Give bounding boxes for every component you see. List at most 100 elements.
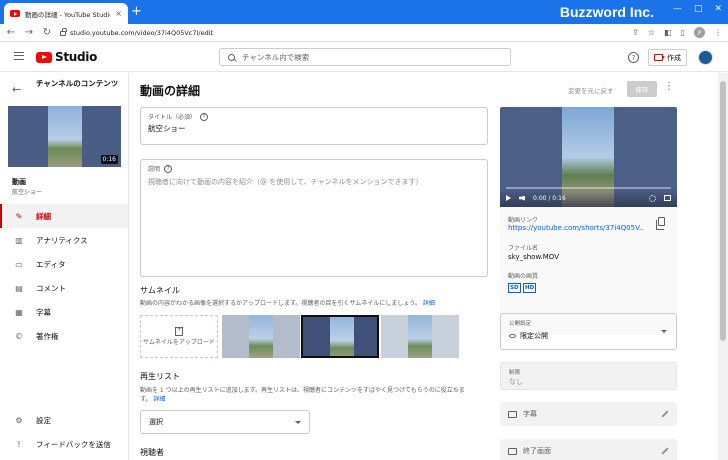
video-player[interactable]: 0:00 / 0:16 [500, 107, 677, 207]
page-title: 動画の詳細 [140, 84, 201, 98]
visibility-select[interactable]: 公開設定 限定公開 [500, 313, 677, 350]
sidebar-item-editor[interactable]: ▭ エディタ [0, 252, 128, 276]
undo-changes-button[interactable]: 変更を元に戻す [568, 85, 614, 95]
tab-close-icon[interactable]: × [115, 9, 122, 18]
reload-icon[interactable]: ↻ [42, 27, 52, 38]
help-circle-icon[interactable]: ? [200, 112, 209, 121]
sidebar-item-details[interactable]: ✎ 詳細 [0, 204, 128, 228]
sidebar-video-name: 航空ショー [12, 189, 43, 196]
sidebar-item-label: 設定 [36, 415, 51, 425]
visibility-label: 公開設定 [509, 321, 532, 327]
account-avatar[interactable] [698, 50, 713, 65]
more-options-icon[interactable]: ⋮ [664, 81, 674, 92]
forward-arrow-icon[interactable]: → [24, 27, 34, 38]
copy-icon[interactable] [656, 217, 665, 230]
help-icon[interactable]: ? [628, 52, 639, 63]
title-label-text: タイトル（必須） [148, 114, 197, 121]
sidebar-item-label: 字幕 [36, 307, 51, 317]
browser-profile-avatar[interactable]: JP [694, 27, 705, 38]
settings-gear-icon[interactable] [649, 194, 656, 202]
sidebar-item-copyright[interactable]: © 著作権 [0, 324, 128, 348]
description-field[interactable]: 説明 ? 視聴者に向けて動画の内容を紹介（@ を使用して、チャンネルをメンション… [140, 159, 488, 277]
title-field-label: タイトル（必須） ? [148, 112, 209, 121]
comments-icon: ▤ [15, 283, 23, 293]
sidebar-item-analytics[interactable]: ▥ アナリティクス [0, 228, 128, 252]
sidebar-item-subtitles[interactable]: ▦ 字幕 [0, 300, 128, 324]
quality-label: 動画の画質 [508, 273, 539, 280]
create-label: 作成 [667, 53, 681, 62]
side-panel-icon[interactable]: ▯ [681, 28, 685, 37]
new-tab-button[interactable]: + [131, 5, 142, 19]
volume-icon[interactable] [519, 195, 525, 201]
dropdown-caret-icon [295, 420, 301, 424]
end-screen-icon [508, 447, 517, 455]
restrictions-field: 制限 なし [500, 362, 677, 390]
edit-pencil-icon[interactable] [661, 410, 669, 418]
subtitles-icon [508, 410, 517, 418]
video-camera-icon [654, 54, 665, 61]
window-controls: — □ ✕ [673, 4, 722, 14]
sidebar-video-label: 動画 [12, 178, 26, 186]
share-icon[interactable]: ⇪ [632, 28, 639, 37]
duration-badge: 0:16 [100, 155, 118, 164]
sidebar-item-label: フィードバックを送信 [36, 439, 111, 449]
page-scrollbar[interactable] [718, 73, 728, 460]
studio-header: Studio チャンネル内で検索 ? 作成 [0, 42, 728, 72]
time-display: 0:00 / 0:16 [533, 194, 566, 202]
channel-search-input[interactable]: チャンネル内で検索 [219, 48, 511, 66]
browser-menu-icon[interactable]: ⋮ [714, 28, 722, 37]
thumbnail-option-1[interactable] [222, 315, 300, 358]
eye-icon [509, 334, 516, 338]
upload-thumbnail-button[interactable]: サムネイルをアップロード [140, 315, 218, 358]
edit-pencil-icon[interactable] [661, 447, 669, 455]
back-arrow-icon[interactable]: ← [6, 27, 16, 38]
back-to-content-icon[interactable]: ← [12, 83, 21, 96]
upload-thumbnail-label: サムネイルをアップロード [143, 338, 215, 346]
bookmark-star-icon[interactable]: ☆ [648, 28, 655, 37]
sidebar-item-settings[interactable]: ⚙ 設定 [0, 408, 128, 432]
video-link-label: 動画リンク [508, 217, 539, 224]
maximize-button[interactable]: □ [694, 4, 703, 14]
end-screen-row[interactable]: 終了画面 [500, 439, 677, 460]
subtitles-label: 字幕 [523, 410, 537, 418]
address-bar[interactable]: studio.youtube.com/video/37i4Q05Vc7I/edi… [60, 26, 624, 40]
tab-title: 動画の詳細 - YouTube Studio [25, 10, 111, 19]
thumbnail-image [48, 106, 82, 167]
thumbnail-option-2-selected[interactable] [301, 315, 379, 358]
video-link[interactable]: https://youtube.com/shorts/37i4Q05V... [508, 224, 643, 232]
extensions-icon[interactable]: ◧ [664, 28, 672, 37]
sidebar-item-feedback[interactable]: ! フィードバックを送信 [0, 432, 128, 456]
sidebar-nav: ✎ 詳細 ▥ アナリティクス ▭ エディタ ▤ コメント ▦ 字幕 © 著作権 [0, 204, 128, 348]
browser-titlebar: 動画の詳細 - YouTube Studio × + Buzzword Inc.… [0, 0, 728, 24]
studio-logo[interactable]: Studio [36, 50, 97, 64]
player-controls: 0:00 / 0:16 [500, 189, 677, 207]
video-preview-card: 0:00 / 0:16 動画リンク https://youtube.com/sh… [500, 107, 677, 335]
title-field[interactable]: タイトル（必須） ? 航空ショー [140, 107, 488, 145]
help-circle-icon[interactable]: ? [164, 164, 173, 173]
scrollbar-thumb[interactable] [720, 81, 726, 341]
app-window: 動画の詳細 - YouTube Studio × + Buzzword Inc.… [0, 0, 728, 460]
sidebar-item-label: 著作権 [36, 331, 59, 341]
thumbnail-learn-more-link[interactable]: 詳細 [423, 300, 435, 307]
sidebar-item-label: アナリティクス [36, 235, 88, 245]
playlist-select[interactable]: 選択 [140, 410, 310, 434]
logo-text: Studio [55, 50, 98, 64]
thumbnail-section-title: サムネイル [140, 286, 180, 295]
save-button[interactable]: 保存 [627, 81, 657, 97]
sidebar-item-comments[interactable]: ▤ コメント [0, 276, 128, 300]
play-icon[interactable] [506, 195, 511, 201]
sidebar-video-thumbnail[interactable]: 0:16 [8, 106, 121, 167]
subtitles-row[interactable]: 字幕 [500, 402, 677, 426]
playlist-section-desc: 動画を 1 つ以上の再生リストに追加します。再生リストは、視聴者にコンテンツをす… [140, 386, 470, 404]
thumbnail-desc-text: 動画の内容がわかる画像を選択するかアップロードします。視聴者の目を引くサムネイル… [140, 300, 421, 307]
playlist-learn-more-link[interactable]: 詳細 [153, 396, 165, 403]
fullscreen-icon[interactable] [664, 195, 671, 201]
minimize-button[interactable]: — [673, 4, 682, 14]
thumbnail-section-desc: 動画の内容がわかる画像を選択するかアップロードします。視聴者の目を引くサムネイル… [140, 299, 470, 308]
browser-tab[interactable]: 動画の詳細 - YouTube Studio × [4, 3, 128, 24]
restrictions-value: なし [509, 378, 523, 386]
create-button[interactable]: 作成 [648, 49, 687, 66]
hamburger-menu-icon[interactable] [14, 52, 24, 60]
close-window-button[interactable]: ✕ [714, 4, 722, 14]
thumbnail-option-3[interactable] [381, 315, 459, 358]
